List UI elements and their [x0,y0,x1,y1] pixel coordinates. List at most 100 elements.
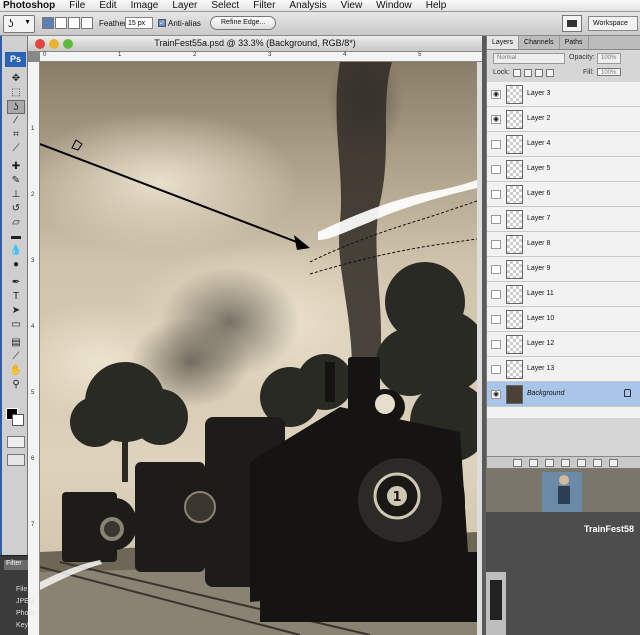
visibility-toggle[interactable] [491,365,501,374]
vertical-scrollbar[interactable] [477,62,482,635]
screen-mode-button[interactable] [7,454,25,466]
new-selection-button[interactable] [42,17,54,29]
eyedropper-tool-icon[interactable]: ⟋ [7,350,25,364]
gradient-tool-icon[interactable]: ▬ [7,230,25,244]
layer-row[interactable]: Layer 11 [487,282,640,307]
lock-position-icon[interactable] [535,69,543,77]
magic-wand-tool-icon[interactable]: ⁄ [7,114,25,128]
visibility-toggle[interactable] [491,265,501,274]
lock-transparent-icon[interactable] [513,69,521,77]
menu-analysis[interactable]: Analysis [282,0,333,12]
tab-layers[interactable]: Layers [487,36,520,49]
move-tool-icon[interactable]: ✥ [7,72,25,86]
menu-app-name[interactable]: Photoshop [0,0,62,12]
ruler-horizontal[interactable]: 0 1 2 3 4 5 [40,52,482,62]
menu-help[interactable]: Help [419,0,454,12]
layer-row-active[interactable]: ◉ Background [487,382,640,407]
opacity-input[interactable]: 100% [597,53,621,64]
brush-tool-icon[interactable]: ✎ [7,174,25,188]
lock-image-icon[interactable] [524,69,532,77]
layer-row[interactable]: Layer 6 [487,182,640,207]
layer-row[interactable]: Layer 9 [487,257,640,282]
menu-window[interactable]: Window [369,0,419,12]
hand-tool-icon[interactable]: ✋ [7,364,25,378]
visibility-toggle[interactable] [491,290,501,299]
subtract-from-selection-button[interactable] [68,17,80,29]
marquee-tool-icon[interactable]: ⬚ [7,86,25,100]
lock-all-icon[interactable] [546,69,554,77]
lasso-tool-icon[interactable]: ʖ [7,100,25,114]
eye-icon[interactable]: ◉ [491,115,501,124]
layer-row[interactable]: Layer 10 [487,307,640,332]
dodge-tool-icon[interactable]: ● [7,258,25,272]
blend-mode-dropdown[interactable]: Normal [493,53,565,64]
layer-row[interactable]: ◉ Layer 2 [487,107,640,132]
image-canvas[interactable]: 1 [40,62,477,635]
visibility-toggle[interactable] [491,215,501,224]
clone-stamp-tool-icon[interactable]: ⊥ [7,188,25,202]
history-brush-tool-icon[interactable]: ↺ [7,202,25,216]
palette-item[interactable]: File [16,586,27,593]
visibility-toggle[interactable] [491,315,501,324]
layer-row[interactable]: Layer 12 [487,332,640,357]
tab-channels[interactable]: Channels [519,36,560,49]
layer-thumbnail [506,260,523,279]
workspace-dropdown[interactable]: Workspace [588,16,638,31]
fill-input[interactable]: 100% [597,68,621,76]
add-to-selection-button[interactable] [55,17,67,29]
shape-tool-icon[interactable]: ▭ [7,318,25,332]
menu-edit[interactable]: Edit [92,0,123,12]
notes-tool-icon[interactable]: ▤ [7,336,25,350]
crop-tool-icon[interactable]: ⌗ [7,128,25,142]
tool-preset-picker[interactable]: ʖ ▼ [3,15,35,33]
refine-edge-button[interactable]: Refine Edge... [210,16,277,30]
menu-file[interactable]: File [62,0,92,12]
quick-mask-button[interactable] [7,436,25,448]
new-layer-icon[interactable] [593,459,602,467]
trash-icon[interactable] [609,459,618,467]
visibility-toggle[interactable] [491,340,501,349]
slice-tool-icon[interactable]: ⟋ [7,142,25,156]
eraser-tool-icon[interactable]: ▱ [7,216,25,230]
menu-filter[interactable]: Filter [246,0,282,12]
menu-layer[interactable]: Layer [165,0,204,12]
visibility-toggle[interactable] [491,240,501,249]
palette-item[interactable]: Photo [16,610,34,617]
layer-row[interactable]: Layer 4 [487,132,640,157]
layer-row[interactable]: Layer 7 [487,207,640,232]
link-layers-icon[interactable] [513,459,522,467]
palette-well-icon[interactable] [562,15,582,32]
visibility-toggle[interactable] [491,140,501,149]
layer-style-icon[interactable] [529,459,538,467]
menu-view[interactable]: View [334,0,370,12]
feather-input[interactable] [125,17,153,29]
pen-tool-icon[interactable]: ✒ [7,276,25,290]
layer-row[interactable]: Layer 13 [487,357,640,382]
path-selection-tool-icon[interactable]: ➤ [7,304,25,318]
palette-item[interactable]: JPEG [16,598,34,605]
zoom-tool-icon[interactable]: ⚲ [7,378,25,392]
thumbnail-filename[interactable]: TrainFest58 [584,524,634,534]
background-color-swatch[interactable] [12,414,24,426]
layer-row[interactable]: ◉ Layer 3 [487,82,640,107]
palette-header[interactable]: Filter [4,560,28,570]
eye-icon[interactable]: ◉ [491,390,501,399]
adjustment-layer-icon[interactable] [561,459,570,467]
intersect-selection-button[interactable] [81,17,93,29]
ruler-vertical[interactable]: 1 2 3 4 5 6 7 [28,62,40,635]
antialias-checkbox[interactable]: ✓ [158,19,166,27]
menu-select[interactable]: Select [204,0,246,12]
palette-item[interactable]: Key [16,622,28,629]
eye-icon[interactable]: ◉ [491,90,501,99]
visibility-toggle[interactable] [491,165,501,174]
blur-tool-icon[interactable]: 💧 [7,244,25,258]
layer-mask-icon[interactable] [545,459,554,467]
layer-row[interactable]: Layer 8 [487,232,640,257]
menu-image[interactable]: Image [124,0,166,12]
tab-paths[interactable]: Paths [560,36,589,49]
new-group-icon[interactable] [577,459,586,467]
type-tool-icon[interactable]: T [7,290,25,304]
layer-row[interactable]: Layer 5 [487,157,640,182]
visibility-toggle[interactable] [491,190,501,199]
healing-brush-tool-icon[interactable]: ✚ [7,160,25,174]
